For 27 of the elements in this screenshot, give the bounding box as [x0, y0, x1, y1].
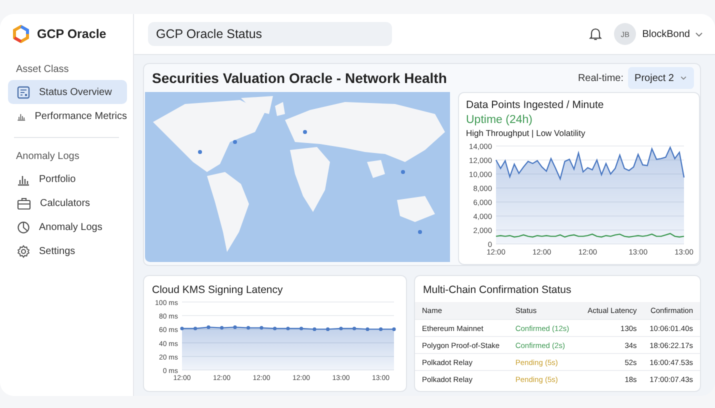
search-field[interactable]: GCP Oracle Status — [148, 22, 392, 46]
card-subtitle: High Throughput | Low Volatility — [466, 128, 586, 138]
sidebar-item[interactable]: Calculators — [8, 191, 127, 215]
card-title: Multi-Chain Confirmation Status — [422, 284, 572, 296]
sidebar-item[interactable]: Settings — [8, 239, 127, 263]
caret-icon[interactable] — [695, 32, 703, 36]
project-dropdown[interactable]: Project 2 — [628, 67, 694, 89]
section-heading: Asset Class — [15, 63, 70, 77]
briefcase-icon — [17, 196, 31, 210]
realtime-label: Real-time: — [578, 72, 624, 84]
sidebar-item[interactable]: Status Overview — [8, 80, 127, 104]
card-title: Cloud KMS Signing Latency — [152, 284, 284, 296]
caret-icon — [680, 76, 687, 80]
report-icon — [17, 86, 30, 98]
bell-icon[interactable] — [589, 27, 602, 41]
sidebar-item[interactable]: Performance Metrics — [8, 104, 127, 128]
card-title: Data Points Ingested / Minute — [466, 99, 605, 111]
user-name[interactable]: BlockBond — [642, 28, 690, 40]
section-heading: Anomaly Logs — [15, 150, 80, 164]
sidebar-item[interactable]: Portfolio — [8, 167, 127, 191]
settings-icon — [17, 244, 30, 258]
sidebar-item[interactable]: Anomaly Logs — [8, 215, 127, 239]
app-name: GCP Oracle — [37, 27, 106, 41]
pie-chart-icon — [17, 220, 30, 234]
logo-icon — [12, 25, 30, 43]
panel-title: Securities Valuation Oracle - Network Health — [152, 70, 447, 86]
uptime-label: Uptime (24h) — [466, 114, 534, 126]
